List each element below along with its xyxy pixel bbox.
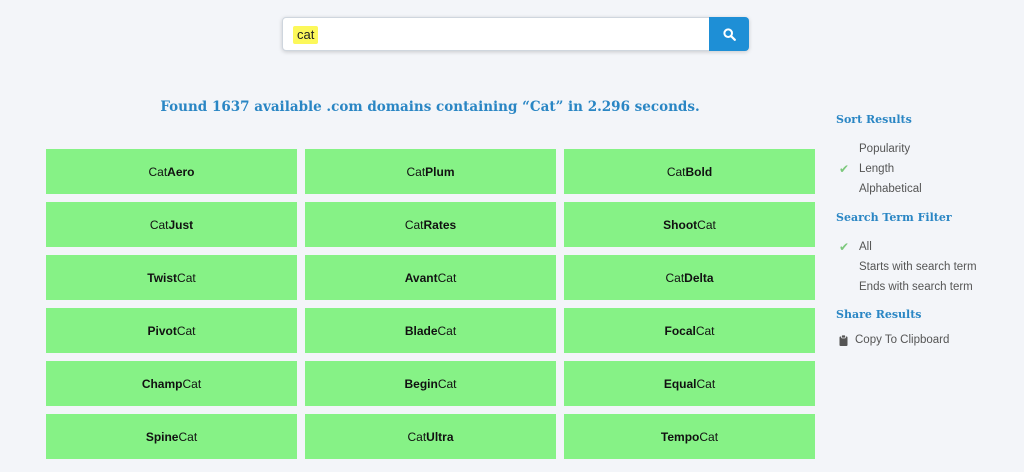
domain-keyword: Focal	[664, 323, 696, 338]
domain-keyword: Rates	[423, 217, 457, 232]
domain-keyword: Spine	[145, 429, 179, 444]
sidebar: Sort Results Popularity ✔ Length Alphabetic…	[836, 111, 1021, 346]
domain-suffix: Cat	[697, 217, 716, 232]
domain-card[interactable]: Pivot Cat	[46, 308, 297, 353]
domain-card[interactable]: Cat Just	[46, 202, 297, 247]
domain-keyword: Avant	[404, 270, 438, 285]
domain-card[interactable]: Cat Rates	[305, 202, 556, 247]
domain-keyword: Blade	[404, 323, 438, 338]
filter-option[interactable]: Ends with search term	[836, 277, 1021, 297]
domain-keyword: Just	[168, 217, 194, 232]
sort-option[interactable]: Popularity	[836, 139, 1021, 159]
domain-card[interactable]: Spine Cat	[46, 414, 297, 459]
domain-keyword: Ultra	[426, 429, 454, 444]
domain-card[interactable]: Cat Plum	[305, 149, 556, 194]
domain-keyword: Plum	[425, 164, 455, 179]
filter-option[interactable]: Starts with search term	[836, 257, 1021, 277]
domain-prefix: Cat	[149, 217, 169, 232]
domain-results-grid: Cat Aero Cat Plum Cat Bold Cat Just Cat Rates Shoo…	[46, 149, 815, 459]
sort-option-label: Alphabetical	[859, 183, 922, 195]
domain-card[interactable]: Focal Cat	[564, 308, 815, 353]
domain-card[interactable]: Equal Cat	[564, 361, 815, 406]
domain-suffix: Cat	[176, 323, 196, 338]
domain-keyword: Pivot	[147, 323, 177, 338]
domain-suffix: Cat	[177, 270, 196, 285]
filter-option-label: All	[859, 241, 872, 253]
domain-prefix: Cat	[148, 164, 168, 179]
sort-options: Popularity ✔ Length Alphabetical	[836, 139, 1021, 199]
domain-prefix: Cat	[666, 164, 686, 179]
check-icon: ✔	[839, 162, 850, 176]
domain-suffix: Cat	[437, 376, 457, 391]
domain-keyword: Shoot	[663, 217, 698, 232]
copy-to-clipboard-link[interactable]: Copy To Clipboard	[836, 334, 1021, 346]
domain-suffix: Cat	[695, 323, 715, 338]
results-summary: Found 1637 available .com domains contai…	[160, 99, 700, 115]
domain-card[interactable]: Avant Cat	[305, 255, 556, 300]
sort-results-heading: Sort Results	[836, 113, 912, 126]
share-results-heading: Share Results	[836, 308, 922, 321]
filter-option-label: Starts with search term	[859, 261, 977, 273]
search-bar[interactable]: cat	[282, 17, 749, 51]
domain-keyword: Twist	[147, 270, 178, 285]
domain-suffix: Cat	[437, 323, 457, 338]
domain-prefix: Cat	[406, 164, 426, 179]
domain-card[interactable]: Begin Cat	[305, 361, 556, 406]
domain-card[interactable]: Twist Cat	[46, 255, 297, 300]
filter-options: ✔ All Starts with search term Ends with sea…	[836, 237, 1021, 297]
domain-keyword: Tempo	[660, 429, 700, 444]
domain-card[interactable]: Cat Delta	[564, 255, 815, 300]
search-input[interactable]: cat	[293, 26, 319, 44]
domain-keyword: Champ	[141, 376, 183, 391]
domain-suffix: Cat	[699, 429, 719, 444]
domain-keyword: Bold	[685, 164, 713, 179]
domain-prefix: Cat	[665, 270, 685, 285]
sort-option-label: Popularity	[859, 143, 911, 155]
domain-prefix: Cat	[404, 217, 424, 232]
domain-suffix: Cat	[696, 376, 716, 391]
domain-card[interactable]: Cat Aero	[46, 149, 297, 194]
domain-keyword: Delta	[684, 270, 714, 285]
domain-card[interactable]: Blade Cat	[305, 308, 556, 353]
domain-card[interactable]: Tempo Cat	[564, 414, 815, 459]
domain-suffix: Cat	[437, 270, 457, 285]
search-button[interactable]	[709, 17, 749, 51]
sort-option[interactable]: Alphabetical	[836, 179, 1021, 199]
domain-suffix: Cat	[178, 429, 198, 444]
domain-keyword: Aero	[167, 164, 195, 179]
domain-keyword: Begin	[404, 376, 438, 391]
domain-keyword: Equal	[663, 376, 697, 391]
domain-card[interactable]: Cat Bold	[564, 149, 815, 194]
copy-to-clipboard-label: Copy To Clipboard	[855, 334, 950, 346]
filter-option-label: Ends with search term	[859, 281, 973, 293]
domain-suffix: Cat	[182, 376, 202, 391]
search-term-filter-heading: Search Term Filter	[836, 211, 952, 224]
domain-card[interactable]: Champ Cat	[46, 361, 297, 406]
domain-prefix: Cat	[407, 429, 427, 444]
domain-card[interactable]: Cat Ultra	[305, 414, 556, 459]
check-icon: ✔	[839, 240, 850, 254]
sort-option-label: Length	[859, 163, 895, 175]
domain-card[interactable]: Shoot Cat	[564, 202, 815, 247]
clipboard-icon	[839, 334, 848, 346]
search-icon	[722, 27, 736, 41]
sort-option[interactable]: ✔ Length	[836, 159, 1021, 179]
filter-option[interactable]: ✔ All	[836, 237, 1021, 257]
